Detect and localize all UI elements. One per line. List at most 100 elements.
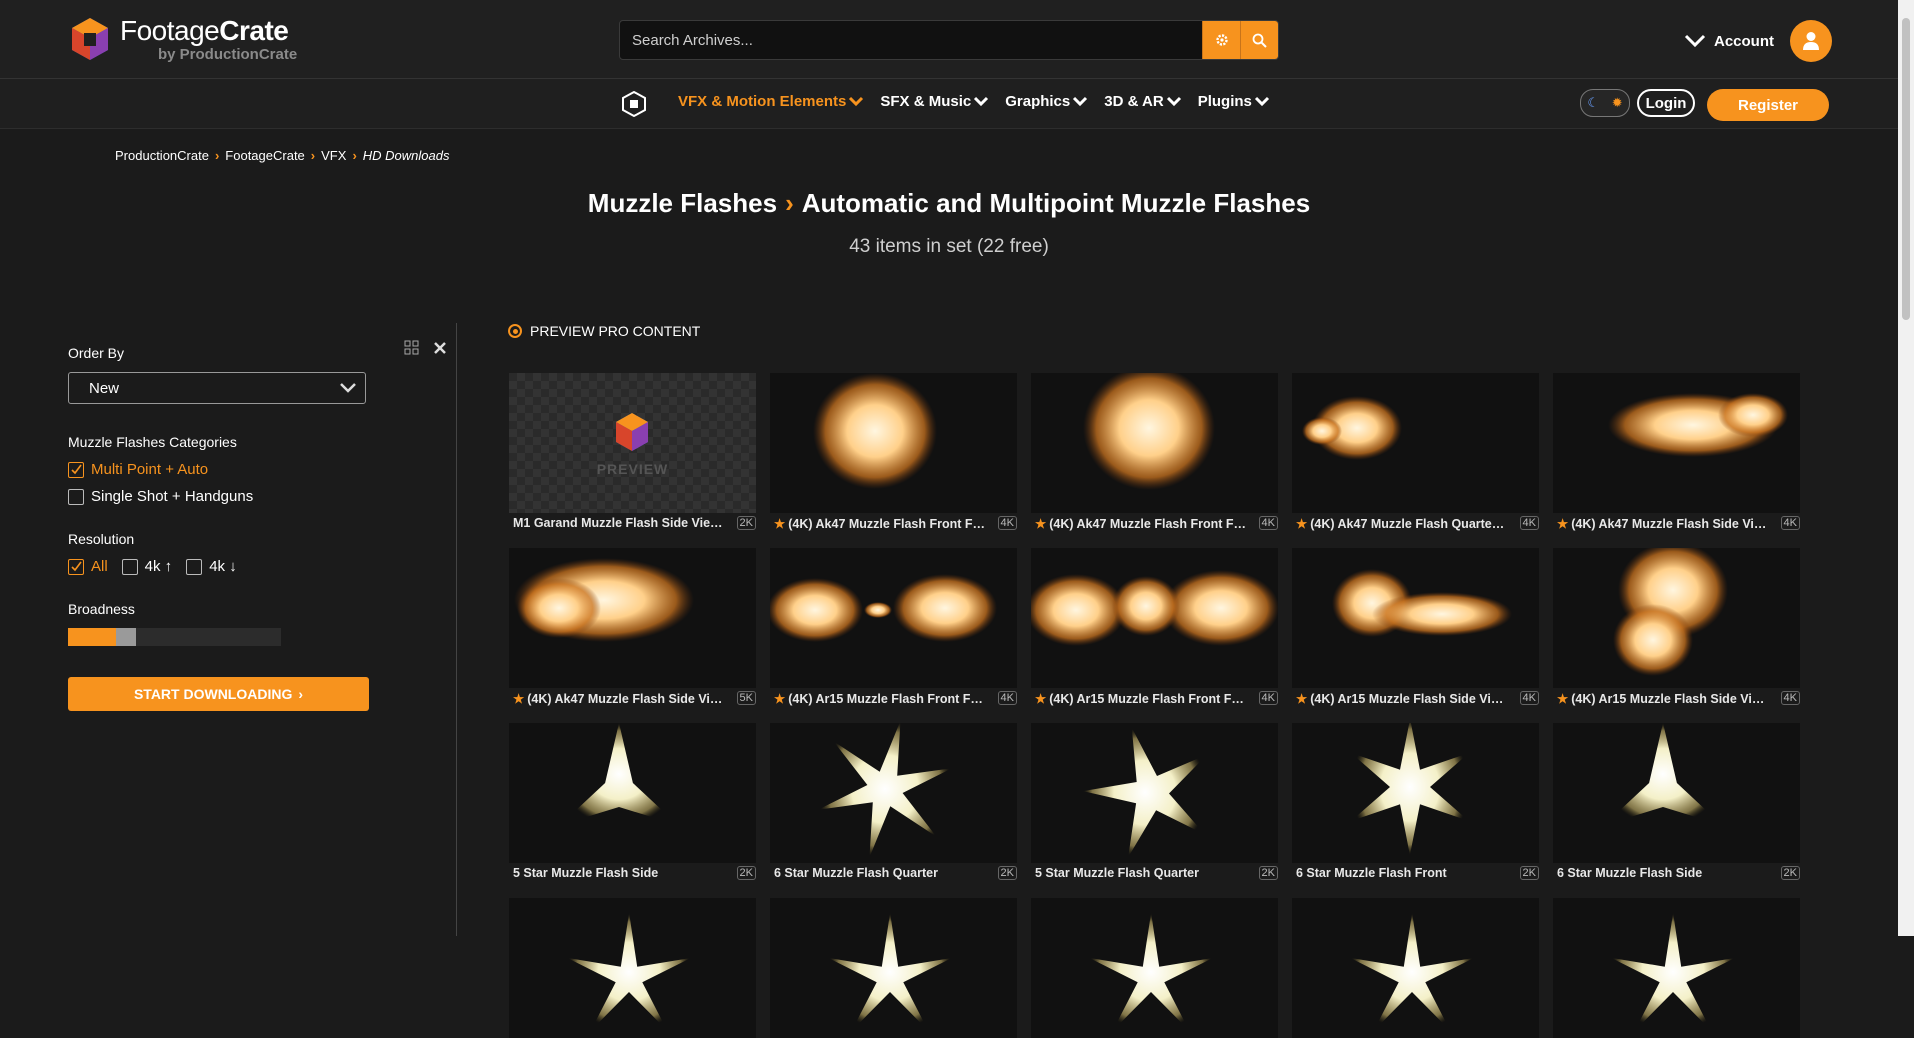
- asset-card[interactable]: 6 Star Muzzle Flash Side 2K: [1553, 723, 1800, 881]
- asset-card[interactable]: ★ (4K) Ak47 Muzzle Flash Front Fac... 4K: [1031, 373, 1278, 531]
- checkbox[interactable]: [121, 558, 138, 575]
- resolution-badge: 2K: [1258, 866, 1278, 880]
- asset-card[interactable]: ★ (4K) Ak47 Muzzle Flash Side View... 5K: [509, 548, 756, 706]
- title-parent-link[interactable]: Muzzle Flashes: [588, 188, 777, 218]
- search-input[interactable]: [620, 21, 1202, 59]
- scrollbar-thumb[interactable]: [1902, 18, 1910, 320]
- asset-title[interactable]: ★ (4K) Ak47 Muzzle Flash Front Fac...: [770, 516, 986, 531]
- checkbox[interactable]: [68, 488, 84, 505]
- asset-card[interactable]: [1031, 898, 1278, 1038]
- asset-thumbnail[interactable]: [1553, 723, 1800, 863]
- asset-thumbnail[interactable]: [1031, 373, 1278, 513]
- account-menu[interactable]: Account: [1684, 20, 1832, 62]
- asset-title[interactable]: 6 Star Muzzle Flash Quarter: [770, 866, 938, 880]
- asset-title[interactable]: ★ (4K) Ak47 Muzzle Flash Front Fac...: [1031, 516, 1247, 531]
- login-button[interactable]: Login: [1637, 89, 1695, 117]
- asset-card[interactable]: 5 Star Muzzle Flash Side 2K: [509, 723, 756, 881]
- asset-title[interactable]: 6 Star Muzzle Flash Front: [1292, 866, 1447, 880]
- asset-card[interactable]: [1553, 898, 1800, 1038]
- asset-thumbnail[interactable]: PREVIEW: [509, 373, 756, 513]
- nav-item[interactable]: 3D & AR: [1104, 93, 1181, 110]
- nav-item[interactable]: SFX & Music: [880, 93, 989, 110]
- asset-title[interactable]: ★ (4K) Ar15 Muzzle Flash Side View 1: [1292, 691, 1508, 706]
- asset-title[interactable]: ★ (4K) Ak47 Muzzle Flash Side View...: [509, 691, 725, 706]
- checkbox[interactable]: [68, 461, 84, 478]
- asset-title[interactable]: 5 Star Muzzle Flash Quarter: [1031, 866, 1199, 880]
- asset-card[interactable]: ★ (4K) Ar15 Muzzle Flash Side View ... 4K: [1553, 548, 1800, 706]
- avatar[interactable]: [1790, 20, 1832, 62]
- asset-title[interactable]: 6 Star Muzzle Flash Side: [1553, 866, 1702, 880]
- site-logo[interactable]: FootageCrate by ProductionCrate: [70, 16, 297, 63]
- asset-card[interactable]: ★ (4K) Ar15 Muzzle Flash Front Faci... 4K: [770, 548, 1017, 706]
- asset-card[interactable]: ★ (4K) Ar15 Muzzle Flash Front Faci... 4K: [1031, 548, 1278, 706]
- category-single-shot[interactable]: Single Shot + Handguns: [68, 488, 253, 505]
- asset-thumbnail[interactable]: [509, 723, 756, 863]
- asset-card[interactable]: 6 Star Muzzle Flash Front 2K: [1292, 723, 1539, 881]
- asset-thumbnail[interactable]: [1031, 723, 1278, 863]
- radio-button[interactable]: [508, 324, 522, 338]
- asset-title[interactable]: 5 Star Muzzle Flash Side: [509, 866, 658, 880]
- breadcrumb-link[interactable]: ProductionCrate: [115, 148, 209, 163]
- asset-thumbnail[interactable]: [770, 373, 1017, 513]
- asset-card[interactable]: 6 Star Muzzle Flash Quarter 2K: [770, 723, 1017, 881]
- checkbox[interactable]: [186, 558, 203, 575]
- category-multi-point[interactable]: Multi Point + Auto: [68, 461, 208, 478]
- close-icon[interactable]: [433, 341, 447, 355]
- asset-card[interactable]: [770, 898, 1017, 1038]
- asset-card[interactable]: ★ (4K) Ak47 Muzzle Flash Side View... 4K: [1553, 373, 1800, 531]
- asset-thumbnail[interactable]: [1292, 898, 1539, 1038]
- asset-thumbnail[interactable]: [509, 898, 756, 1038]
- register-button[interactable]: Register: [1707, 89, 1829, 121]
- grid-icon[interactable]: [404, 340, 419, 355]
- asset-title[interactable]: ★ (4K) Ak47 Muzzle Flash Side View...: [1553, 516, 1769, 531]
- asset-thumbnail[interactable]: [770, 548, 1017, 688]
- sun-icon: ✹: [1611, 95, 1623, 110]
- asset-thumbnail[interactable]: [1553, 373, 1800, 513]
- search-button[interactable]: [1240, 21, 1278, 59]
- scrollbar[interactable]: [1898, 0, 1914, 936]
- asset-thumbnail[interactable]: [1031, 548, 1278, 688]
- asset-card[interactable]: [509, 898, 756, 1038]
- asset-title[interactable]: ★ (4K) Ar15 Muzzle Flash Side View ...: [1553, 691, 1769, 706]
- broadness-slider[interactable]: [68, 628, 281, 646]
- asset-thumbnail[interactable]: [1553, 898, 1800, 1038]
- asset-card[interactable]: ★ (4K) Ak47 Muzzle Flash Front Fac... 4K: [770, 373, 1017, 531]
- asset-thumbnail[interactable]: [770, 898, 1017, 1038]
- nav-item[interactable]: Plugins: [1198, 93, 1270, 110]
- asset-card[interactable]: ★ (4K) Ar15 Muzzle Flash Side View 1 4K: [1292, 548, 1539, 706]
- asset-thumbnail[interactable]: [1292, 723, 1539, 863]
- asset-title[interactable]: ★ (4K) Ak47 Muzzle Flash Quarter V...: [1292, 516, 1508, 531]
- start-downloading-label: START DOWNLOADING: [133, 686, 293, 702]
- nav-item[interactable]: VFX & Motion Elements: [678, 93, 864, 110]
- order-by-select[interactable]: New: [68, 372, 366, 404]
- breadcrumb-link[interactable]: FootageCrate: [225, 148, 305, 163]
- asset-thumbnail[interactable]: [1292, 373, 1539, 513]
- asset-card[interactable]: 5 Star Muzzle Flash Quarter 2K: [1031, 723, 1278, 881]
- theme-toggle[interactable]: ☾ ✹: [1580, 89, 1630, 117]
- asset-title[interactable]: ★ (4K) Ar15 Muzzle Flash Front Faci...: [1031, 691, 1247, 706]
- asset-title[interactable]: ★ (4K) Ar15 Muzzle Flash Front Faci...: [770, 691, 986, 706]
- start-downloading-button[interactable]: START DOWNLOADING ›: [68, 677, 369, 711]
- asset-thumbnail[interactable]: [1292, 548, 1539, 688]
- resolution-4k-down[interactable]: 4k ↓: [186, 558, 237, 575]
- resolution-all[interactable]: All: [68, 558, 108, 575]
- asset-card[interactable]: [1292, 898, 1539, 1038]
- breadcrumb-link[interactable]: VFX: [321, 148, 346, 163]
- search-settings-button[interactable]: [1202, 21, 1240, 59]
- preview-pro-toggle[interactable]: PREVIEW PRO CONTENT: [508, 323, 700, 339]
- asset-title[interactable]: M1 Garand Muzzle Flash Side View T...: [509, 516, 725, 530]
- asset-thumbnail[interactable]: [1031, 898, 1278, 1038]
- asset-thumbnail[interactable]: [509, 548, 756, 688]
- asset-thumbnail[interactable]: [1553, 548, 1800, 688]
- broadness-handle[interactable]: [116, 628, 136, 646]
- asset-thumbnail[interactable]: [770, 723, 1017, 863]
- asset-caption: ★ (4K) Ak47 Muzzle Flash Side View... 5K: [509, 690, 756, 706]
- asset-card[interactable]: ★ (4K) Ak47 Muzzle Flash Quarter V... 4K: [1292, 373, 1539, 531]
- asset-caption: 6 Star Muzzle Flash Front 2K: [1292, 865, 1539, 881]
- resolution-4k-up[interactable]: 4k ↑: [121, 558, 172, 575]
- nav-item[interactable]: Graphics: [1005, 93, 1088, 110]
- logo-subtitle: by ProductionCrate: [158, 46, 298, 63]
- asset-card[interactable]: PREVIEW M1 Garand Muzzle Flash Side View …: [509, 373, 756, 531]
- checkbox[interactable]: [68, 558, 84, 575]
- productioncrate-icon[interactable]: [622, 91, 646, 117]
